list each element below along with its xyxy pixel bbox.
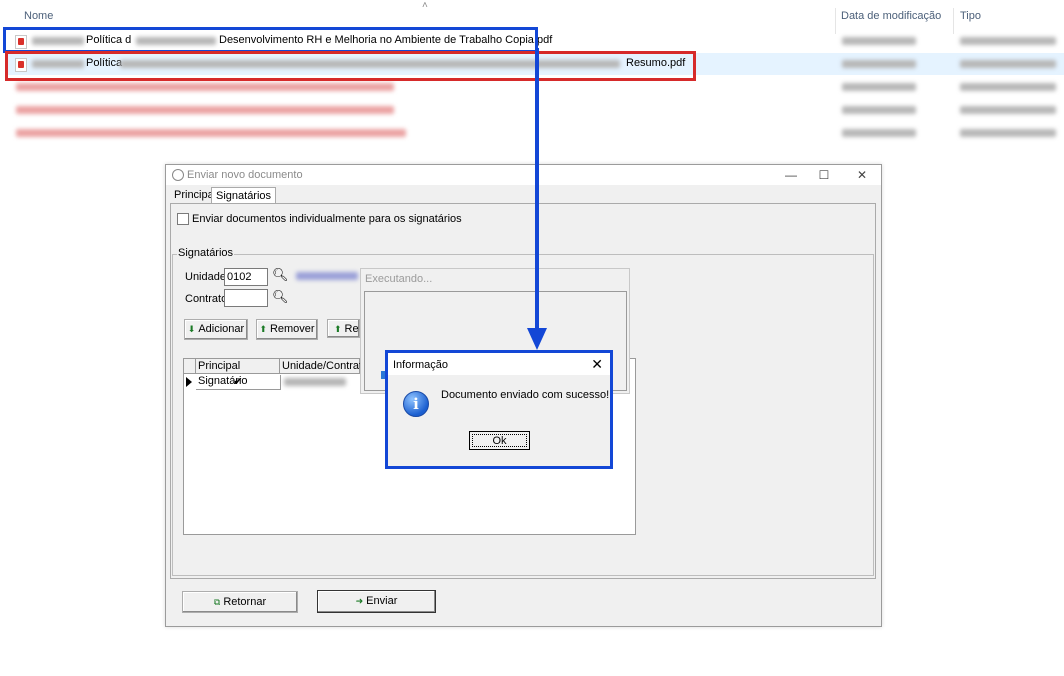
return-icon: ⧉: [213, 597, 221, 607]
redacted-date: [842, 106, 916, 114]
column-type[interactable]: Tipo: [960, 10, 981, 22]
redacted-unit-name: [296, 272, 358, 280]
column-name[interactable]: Nome: [24, 10, 53, 22]
remove-button-label: Remover: [269, 323, 315, 335]
search-contrato-icon[interactable]: 🔍︎: [272, 289, 289, 305]
send-button[interactable]: ➜ Enviar: [317, 590, 436, 613]
send-button-label: Enviar: [366, 595, 398, 607]
arrow-down-icon: ⬇: [187, 324, 196, 334]
annotation-arrow-head: [527, 328, 547, 350]
minimize-button[interactable]: —: [776, 167, 806, 183]
grid-cell-checkbox[interactable]: ✔: [196, 375, 281, 390]
add-button-label: Adicionar: [198, 323, 245, 335]
unidade-label: Unidade:: [185, 271, 230, 283]
remove-button[interactable]: ⬆ Remover: [256, 319, 318, 340]
window-titlebar[interactable]: Enviar novo documento — ☐ ✕: [166, 165, 881, 185]
redacted-date: [842, 83, 916, 91]
tab-signatarios[interactable]: Signatários: [211, 187, 277, 204]
maximize-button[interactable]: ☐: [809, 167, 839, 183]
individual-send-checkbox[interactable]: [177, 213, 189, 225]
redacted-type: [960, 106, 1056, 114]
redacted-type: [960, 83, 1056, 91]
redacted-type: [960, 129, 1056, 137]
close-button[interactable]: ✕: [847, 167, 877, 183]
redacted-date: [842, 37, 916, 45]
highlight-box-blue: [3, 27, 538, 53]
redacted-text: [16, 106, 394, 114]
window-title: Enviar novo documento: [187, 169, 303, 181]
arrow-right-icon: ➜: [355, 596, 364, 606]
contrato-input[interactable]: [224, 289, 268, 307]
unidade-input[interactable]: 0102: [224, 268, 268, 286]
group-title: Signatários: [177, 247, 235, 259]
row-check-icon: ✔: [233, 376, 243, 388]
search-unidade-icon[interactable]: 🔍︎: [272, 267, 289, 283]
back-button-label: Retornar: [223, 596, 267, 608]
arrow-up-icon: ⬆: [259, 324, 267, 334]
executing-title: Executando...: [365, 273, 433, 285]
column-header: Nome Data de modificação Tipo: [0, 4, 1064, 34]
annotation-arrow-line: [535, 48, 539, 332]
redacted-date: [842, 129, 916, 137]
grid-header-unidade[interactable]: Unidade/Contrato: [280, 359, 368, 374]
app-icon: [172, 169, 184, 181]
highlight-box-red: [5, 51, 696, 81]
highlight-box-info: [385, 350, 613, 469]
redacted-type: [960, 60, 1056, 68]
redacted-type: [960, 37, 1056, 45]
back-button[interactable]: ⧉ Retornar: [182, 591, 298, 613]
individual-send-label: Enviar documentos individualmente para o…: [192, 213, 462, 225]
grid-corner: [184, 359, 196, 374]
redacted-cell: [284, 378, 346, 386]
redacted-date: [842, 60, 916, 68]
third-button-label: Re: [344, 323, 359, 335]
redacted-text: [16, 83, 394, 91]
arrow-up-icon: ⬆: [334, 324, 342, 334]
add-button[interactable]: ⬇ Adicionar: [184, 319, 248, 340]
column-modified[interactable]: Data de modificação: [841, 10, 941, 22]
row-pointer-icon: [186, 377, 192, 387]
redacted-text: [16, 129, 406, 137]
grid-header-principal[interactable]: Principal Signatário: [196, 359, 280, 387]
third-action-button[interactable]: ⬆ Re: [327, 319, 360, 338]
